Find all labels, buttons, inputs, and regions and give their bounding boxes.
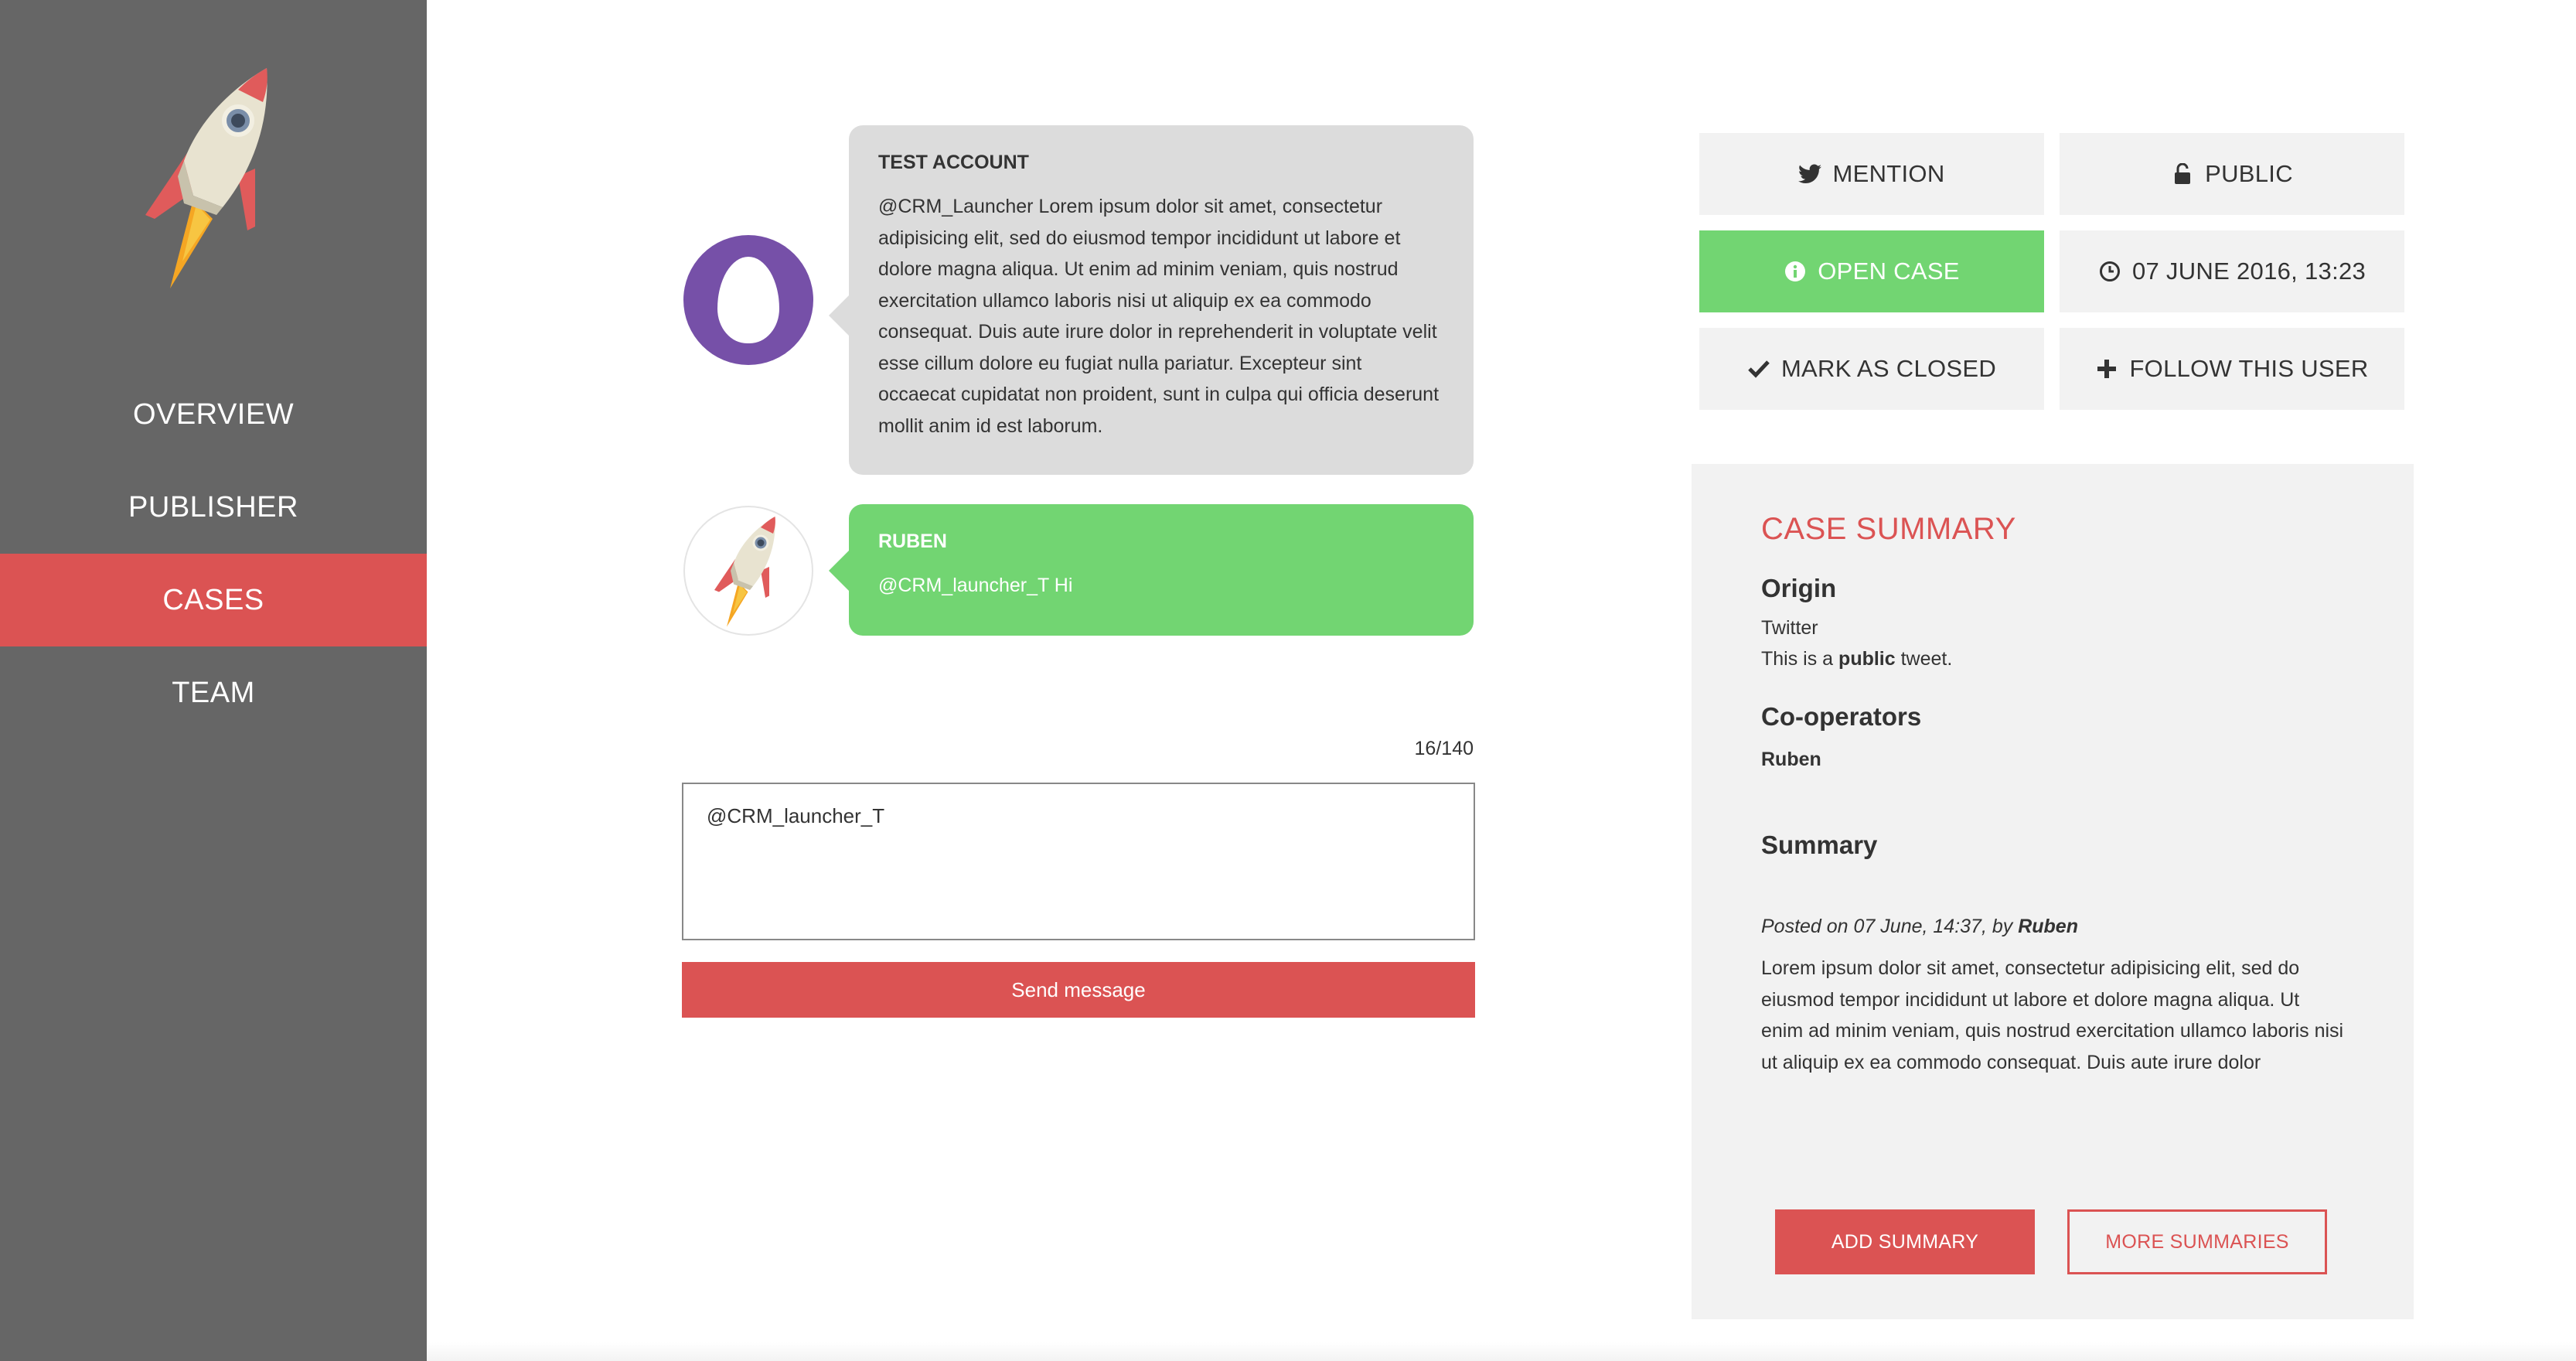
origin-description: This is a public tweet.	[1761, 643, 2344, 674]
open-case-label: OPEN CASE	[1818, 258, 1960, 285]
follow-user-button[interactable]: FOLLOW THIS USER	[2060, 328, 2404, 410]
cooperator-name: Ruben	[1761, 749, 1821, 770]
summary-heading: Summary	[1761, 831, 1878, 859]
case-summary-panel: CASE SUMMARY Origin Twitter This is a pu…	[1692, 464, 2414, 1319]
nav-item-overview[interactable]: OVERVIEW	[0, 368, 427, 461]
origin-desc-prefix: This is a	[1761, 648, 1834, 670]
unlock-icon	[2171, 162, 2194, 186]
check-icon	[1747, 357, 1770, 380]
summary-posted-meta: Posted on 07 June, 14:37, by Ruben	[1761, 911, 2344, 942]
summary-text: Lorem ipsum dolor sit amet, consectetur …	[1761, 957, 2344, 1073]
main-nav: OVERVIEW PUBLISHER CASES TEAM	[0, 368, 427, 739]
rocket-icon	[714, 517, 775, 627]
message-sender: TEST ACCOUNT	[878, 152, 1029, 173]
message-text: @CRM_launcher_T Hi	[878, 575, 1073, 596]
twitter-icon	[1798, 162, 1822, 186]
add-summary-button[interactable]: ADD SUMMARY	[1775, 1209, 2035, 1274]
plus-icon	[2095, 357, 2118, 380]
mention-label: MENTION	[1832, 160, 1945, 187]
more-summaries-button[interactable]: MORE SUMMARIES	[2067, 1209, 2327, 1274]
send-message-button[interactable]: Send message	[682, 962, 1475, 1018]
case-date: 07 JUNE 2016, 13:23	[2060, 230, 2404, 312]
rocket-avatar-icon	[683, 506, 813, 636]
posted-prefix: Posted on 07 June, 14:37, by	[1761, 916, 2013, 937]
sidebar: OVERVIEW PUBLISHER CASES TEAM	[0, 0, 427, 1361]
egg-avatar-icon	[683, 235, 813, 365]
reply-input[interactable]	[682, 783, 1475, 940]
open-case-button[interactable]: OPEN CASE	[1699, 230, 2044, 312]
message-bubble: TEST ACCOUNT @CRM_Launcher Lorem ipsum d…	[829, 125, 1474, 475]
footer-shadow	[427, 1342, 2576, 1361]
cooperators-heading: Co-operators	[1761, 702, 1922, 731]
rocket-icon	[145, 68, 267, 288]
public-button[interactable]: PUBLIC	[2060, 133, 2404, 215]
nav-item-publisher[interactable]: PUBLISHER	[0, 461, 427, 554]
nav-item-team[interactable]: TEAM	[0, 646, 427, 739]
nav-item-cases[interactable]: CASES	[0, 554, 427, 646]
origin-desc-bold: public	[1838, 648, 1896, 670]
egg-shape	[717, 257, 779, 343]
info-icon	[1784, 260, 1807, 283]
public-label: PUBLIC	[2205, 160, 2293, 187]
message-bubble: RUBEN @CRM_launcher_T Hi	[829, 504, 1474, 636]
posted-author: Ruben	[2018, 916, 2078, 937]
follow-user-label: FOLLOW THIS USER	[2129, 355, 2369, 382]
origin-value: Twitter	[1761, 617, 1818, 639]
character-counter: 16/140	[1414, 738, 1474, 759]
mark-closed-button[interactable]: MARK AS CLOSED	[1699, 328, 2044, 410]
origin-desc-suffix: tweet.	[1900, 648, 1953, 670]
mention-button[interactable]: MENTION	[1699, 133, 2044, 215]
message-text: @CRM_Launcher Lorem ipsum dolor sit amet…	[878, 196, 1440, 437]
mark-closed-label: MARK AS CLOSED	[1780, 355, 1997, 382]
clock-icon	[2098, 260, 2121, 283]
case-summary-title: CASE SUMMARY	[1761, 512, 2016, 546]
message-sender: RUBEN	[878, 530, 947, 552]
origin-heading: Origin	[1761, 574, 1837, 602]
case-date-label: 07 JUNE 2016, 13:23	[2131, 258, 2366, 285]
